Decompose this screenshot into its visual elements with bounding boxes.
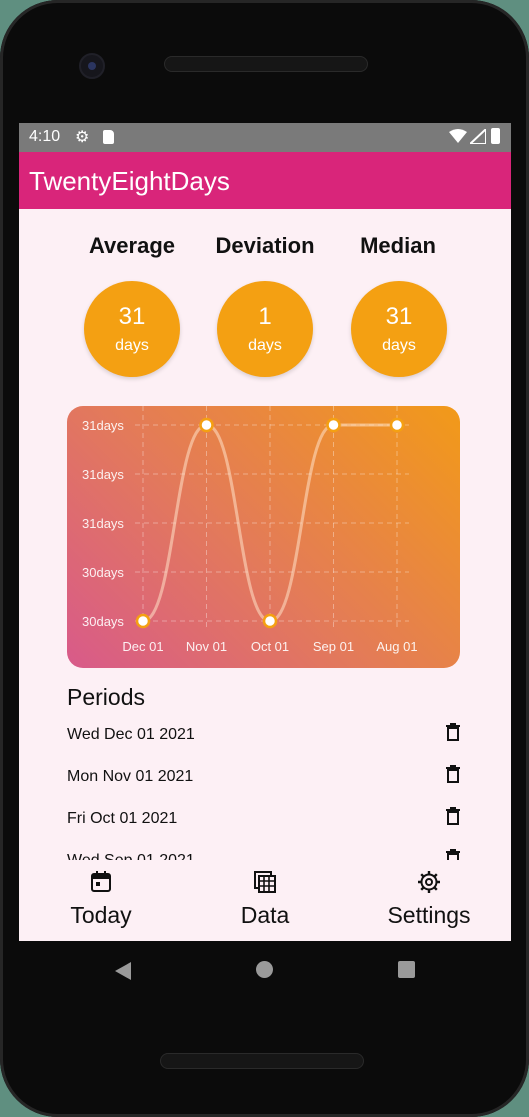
app-bar: TwentyEightDays: [19, 152, 511, 209]
list-item[interactable]: Fri Oct 01 2021: [67, 805, 467, 835]
data-point: [199, 417, 214, 433]
y-tick-label: 31days: [82, 418, 124, 433]
median-label: Median: [360, 233, 436, 258]
deviation-circle: 1 days: [217, 281, 313, 377]
bottom-speaker: [160, 1053, 364, 1069]
wifi-icon: [449, 129, 467, 143]
app-title: TwentyEightDays: [29, 166, 230, 196]
deviation-unit: days: [248, 337, 282, 354]
nav-today[interactable]: Today: [36, 860, 166, 941]
app-screen: 4:10 ⚙ TwentyEightDays Average Deviation…: [19, 123, 511, 941]
phone-frame: 4:10 ⚙ TwentyEightDays Average Deviation…: [0, 0, 529, 1117]
gear-icon: ⚙: [75, 129, 90, 146]
trash-icon[interactable]: [445, 723, 461, 741]
data-point: [135, 613, 151, 629]
gear-icon: [418, 871, 440, 893]
data-point: [389, 417, 405, 433]
table-icon: [254, 871, 276, 893]
status-bar: 4:10 ⚙: [19, 123, 511, 152]
system-navigation-bar: [19, 941, 511, 999]
earpiece-speaker: [164, 56, 368, 72]
home-icon[interactable]: [256, 961, 273, 978]
list-item[interactable]: Wed Dec 01 2021: [67, 721, 467, 751]
chart-svg: 31days 31days 31days 30days 30days Dec 01 Nov …: [82, 406, 418, 654]
calendar-icon: [91, 871, 111, 892]
nav-settings[interactable]: Settings: [364, 860, 494, 941]
status-time: 4:10: [29, 128, 61, 145]
average-unit: days: [115, 337, 149, 354]
median-circle: 31 days: [351, 281, 447, 377]
nav-settings-label: Settings: [387, 902, 471, 928]
median-value: 31: [385, 303, 413, 330]
list-item[interactable]: Wed Sep 01 2021: [67, 847, 467, 860]
deviation-value: 1: [258, 303, 272, 330]
period-date: Fri Oct 01 2021: [67, 810, 178, 827]
list-item[interactable]: Mon Nov 01 2021: [67, 763, 467, 793]
period-date: Wed Sep 01 2021: [67, 852, 195, 860]
periods-title: Periods: [67, 684, 145, 710]
trash-icon[interactable]: [445, 765, 461, 783]
x-tick-label: Oct 01: [251, 639, 289, 654]
median-unit: days: [382, 337, 416, 354]
signal-icon: [470, 129, 486, 144]
deviation-label: Deviation: [215, 233, 315, 258]
y-tick-label: 30days: [82, 565, 124, 580]
data-point: [326, 417, 341, 433]
period-date: Mon Nov 01 2021: [67, 768, 194, 785]
nav-data-label: Data: [240, 902, 290, 928]
trash-icon[interactable]: [445, 807, 461, 825]
battery-icon: [491, 128, 500, 144]
y-tick-label: 30days: [82, 614, 124, 629]
nav-today-label: Today: [70, 902, 132, 928]
y-tick-label: 31days: [82, 516, 124, 531]
nav-data[interactable]: Data: [200, 860, 330, 941]
period-date: Wed Dec 01 2021: [67, 726, 195, 743]
data-point: [262, 613, 278, 629]
sd-card-icon: [103, 130, 114, 144]
x-tick-label: Sep 01: [313, 639, 354, 654]
average-value: 31: [118, 303, 146, 330]
x-tick-label: Dec 01: [122, 639, 163, 654]
average-label: Average: [88, 233, 175, 258]
trash-icon[interactable]: [445, 849, 461, 860]
cycle-length-chart: 31days 31days 31days 30days 30days Dec 01 Nov …: [67, 406, 460, 668]
back-icon[interactable]: [115, 962, 131, 980]
front-camera: [79, 53, 105, 79]
average-circle: 31 days: [84, 281, 180, 377]
x-tick-label: Nov 01: [186, 639, 227, 654]
periods-list: Wed Dec 01 2021 Mon Nov 01 2021 Fri Oct …: [19, 713, 511, 860]
x-tick-label: Aug 01: [376, 639, 417, 654]
recent-apps-icon[interactable]: [398, 961, 415, 978]
y-tick-label: 31days: [82, 467, 124, 482]
bottom-navigation: Today Data Settings: [19, 860, 511, 941]
